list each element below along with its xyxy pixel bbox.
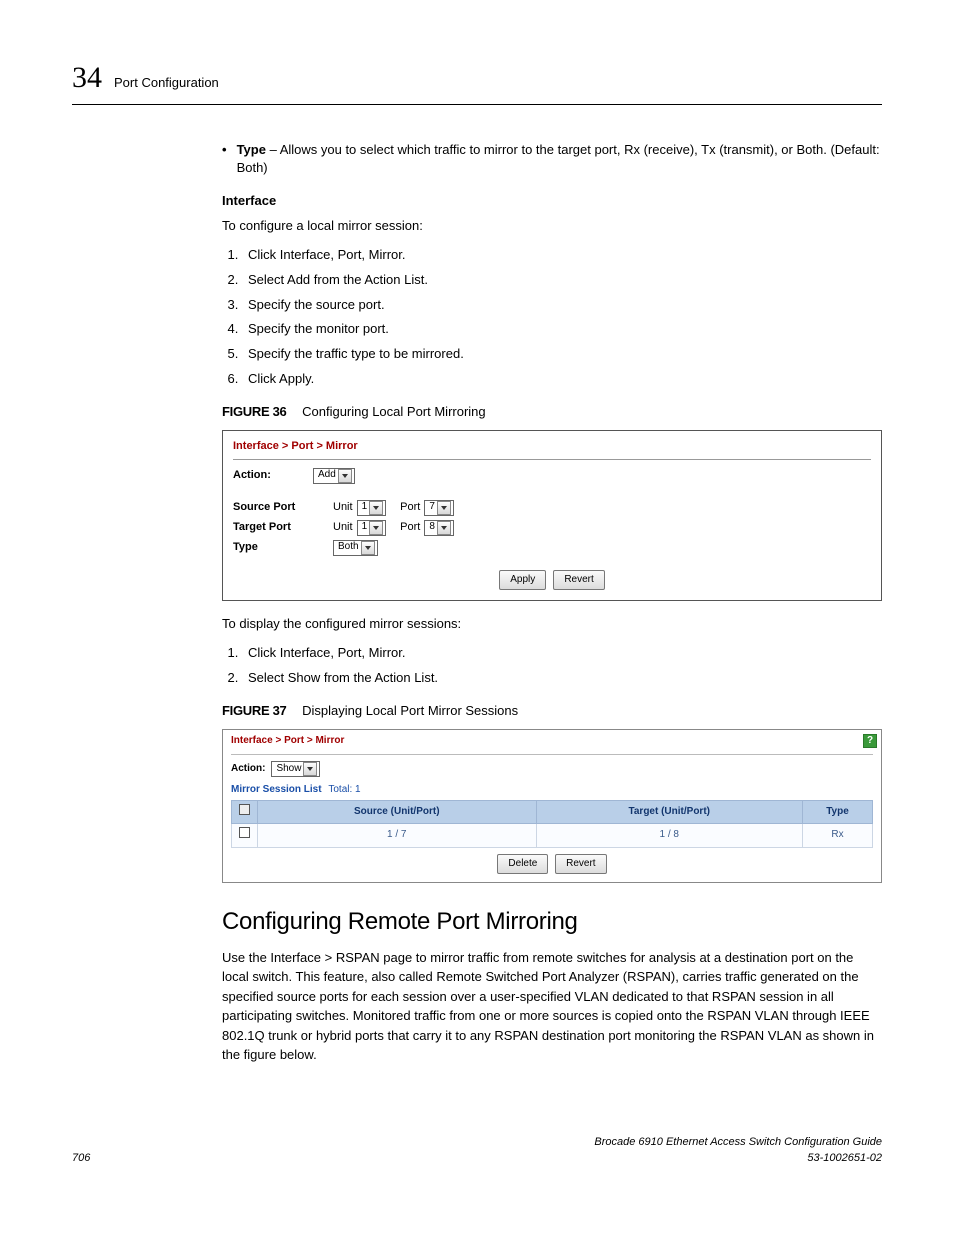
figure37-caption: FIGURE 37 Displaying Local Port Mirror S… (222, 702, 882, 721)
checkbox[interactable] (239, 827, 250, 838)
figure-title: Configuring Local Port Mirroring (302, 404, 486, 419)
source-unit-select[interactable]: 1 (357, 500, 387, 516)
chevron-down-icon (338, 469, 352, 483)
type-label: Type (233, 540, 333, 556)
action-row: Action: Add (233, 468, 871, 484)
doc-number: 53-1002651-02 (807, 1152, 882, 1164)
figure36-caption: FIGURE 36 Configuring Local Port Mirrori… (222, 403, 882, 422)
list-title: Mirror Session List (231, 784, 322, 795)
session-list-heading: Mirror Session List Total: 1 (231, 783, 873, 798)
source-port-label: Source Port (233, 500, 333, 516)
revert-button[interactable]: Revert (553, 570, 604, 591)
divider (233, 459, 871, 460)
chevron-down-icon (437, 521, 451, 535)
type-bullet: • Type – Allows you to select which traf… (222, 141, 882, 179)
breadcrumb: Interface > Port > Mirror (233, 439, 871, 455)
chevron-down-icon (369, 521, 383, 535)
select-value: Both (338, 540, 359, 555)
figure-number: FIGURE 36 (222, 404, 286, 419)
select-value: 8 (429, 520, 435, 535)
step-item: Select Show from the Action List. (242, 669, 882, 688)
chapter-title: Port Configuration (114, 74, 219, 93)
type-label: Type (237, 142, 266, 157)
source-port-select[interactable]: 7 (424, 500, 454, 516)
target-port-row: Target Port Unit 1 Port 8 (233, 520, 871, 536)
cell-type: Rx (803, 824, 873, 848)
session-table: Source (Unit/Port) Target (Unit/Port) Ty… (231, 800, 873, 848)
cell-target: 1 / 8 (536, 824, 803, 848)
step-item: Click Apply. (242, 370, 882, 389)
button-row: Apply Revert (233, 570, 871, 591)
step-item: Click Interface, Port, Mirror. (242, 246, 882, 265)
select-value: 7 (429, 500, 435, 515)
figure37-panel: Interface > Port > Mirror ? Action: Show… (222, 729, 882, 884)
target-unit-select[interactable]: 1 (357, 520, 387, 536)
source-port-row: Source Port Unit 1 Port 7 (233, 500, 871, 516)
display-steps: Click Interface, Port, Mirror. Select Sh… (222, 644, 882, 688)
unit-label: Unit (333, 520, 353, 536)
bullet-text: Type – Allows you to select which traffi… (237, 141, 882, 179)
step-item: Select Add from the Action List. (242, 271, 882, 290)
action-row: Action: Show (231, 761, 873, 777)
figure36-panel: Interface > Port > Mirror Action: Add So… (222, 430, 882, 601)
col-target: Target (Unit/Port) (536, 800, 803, 824)
port-label: Port (400, 500, 420, 516)
action-label: Action: (233, 468, 313, 484)
table-row: 1 / 7 1 / 8 Rx (232, 824, 873, 848)
select-value: 1 (362, 500, 368, 515)
bullet-icon: • (222, 141, 227, 179)
chapter-number: 34 (72, 56, 102, 100)
apply-button[interactable]: Apply (499, 570, 546, 591)
figure-title: Displaying Local Port Mirror Sessions (302, 703, 518, 718)
select-value: Add (318, 468, 336, 483)
configure-steps: Click Interface, Port, Mirror. Select Ad… (222, 246, 882, 389)
section-body: Use the Interface > RSPAN page to mirror… (222, 948, 882, 1065)
button-row: Delete Revert (231, 854, 873, 875)
action-select[interactable]: Add (313, 468, 355, 484)
interface-intro: To configure a local mirror session: (222, 217, 882, 236)
col-source: Source (Unit/Port) (258, 800, 537, 824)
section-heading: Configuring Remote Port Mirroring (222, 905, 882, 940)
guide-title: Brocade 6910 Ethernet Access Switch Conf… (594, 1136, 882, 1148)
type-select[interactable]: Both (333, 540, 378, 556)
type-row: Type Both (233, 540, 871, 556)
type-desc: – Allows you to select which traffic to … (237, 142, 880, 176)
breadcrumb: Interface > Port > Mirror (231, 734, 344, 749)
cell-source: 1 / 7 (258, 824, 537, 848)
chevron-down-icon (303, 762, 317, 776)
select-value: 1 (362, 520, 368, 535)
page-header: 34 Port Configuration (72, 56, 882, 105)
target-port-label: Target Port (233, 520, 333, 536)
unit-label: Unit (333, 500, 353, 516)
footer-right: Brocade 6910 Ethernet Access Switch Conf… (594, 1135, 882, 1167)
step-item: Specify the traffic type to be mirrored. (242, 345, 882, 364)
page-number: 706 (72, 1151, 90, 1167)
body-content: • Type – Allows you to select which traf… (222, 141, 882, 1065)
col-type: Type (803, 800, 873, 824)
chevron-down-icon (437, 501, 451, 515)
port-label: Port (400, 520, 420, 536)
step-item: Specify the source port. (242, 296, 882, 315)
action-label: Action: (231, 762, 265, 777)
help-icon[interactable]: ? (863, 734, 877, 748)
page-footer: 706 Brocade 6910 Ethernet Access Switch … (72, 1135, 882, 1167)
target-port-select[interactable]: 8 (424, 520, 454, 536)
checkbox[interactable] (239, 804, 250, 815)
chevron-down-icon (369, 501, 383, 515)
figure-number: FIGURE 37 (222, 703, 286, 718)
delete-button[interactable]: Delete (497, 854, 548, 875)
select-value: Show (276, 762, 301, 777)
chevron-down-icon (361, 541, 375, 555)
interface-heading: Interface (222, 192, 882, 211)
display-intro: To display the configured mirror session… (222, 615, 882, 634)
panel-top: Interface > Port > Mirror ? (223, 730, 881, 749)
step-item: Specify the monitor port. (242, 320, 882, 339)
step-item: Click Interface, Port, Mirror. (242, 644, 882, 663)
action-select[interactable]: Show (271, 761, 320, 777)
revert-button[interactable]: Revert (555, 854, 606, 875)
list-total: Total: 1 (328, 784, 360, 795)
select-all-header (232, 800, 258, 824)
divider (231, 754, 873, 755)
row-checkbox-cell (232, 824, 258, 848)
